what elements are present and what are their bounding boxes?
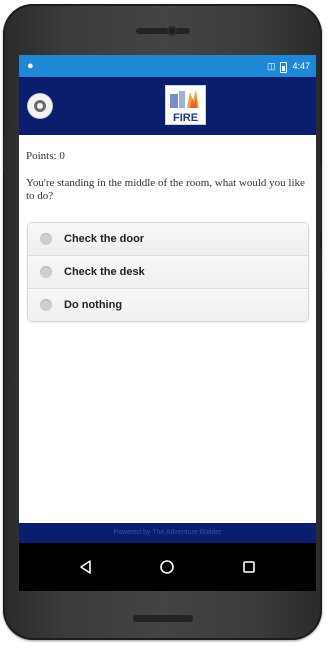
logo-text: FIRE: [173, 112, 198, 124]
choice-list: Check the door Check the desk Do nothing: [27, 222, 309, 322]
choice-label: Check the door: [64, 233, 145, 245]
power-button: [317, 249, 321, 279]
device-frame: ● ◫ 4:47 FIRE Points: 0 You're standing …: [0, 0, 327, 646]
side-button: [4, 134, 8, 174]
status-icons: ◫ 4:47: [267, 55, 310, 77]
signal-icon: ◫: [266, 61, 276, 71]
front-camera-icon: [167, 26, 177, 36]
recents-button[interactable]: [237, 555, 261, 579]
choice-label: Check the desk: [64, 266, 145, 278]
home-icon: [160, 560, 174, 574]
app-footer: Powered by The Adventure Builder: [19, 523, 316, 543]
app-logo: FIRE: [165, 85, 206, 125]
app-header: FIRE: [19, 77, 316, 135]
home-button[interactable]: [155, 555, 179, 579]
choice-label: Do nothing: [64, 299, 123, 311]
android-nav-bar: [19, 543, 316, 591]
status-bar: ● ◫ 4:47: [19, 55, 316, 77]
radio-icon[interactable]: [40, 299, 52, 311]
choice-check-door[interactable]: Check the door: [28, 223, 308, 256]
story-prompt: You're standing in the middle of the roo…: [26, 177, 305, 202]
radio-icon[interactable]: [40, 233, 52, 245]
notification-icon: ●: [27, 60, 34, 72]
main-content: Points: 0 You're standing in the middle …: [19, 135, 316, 525]
phone-screen: ● ◫ 4:47 FIRE Points: 0 You're standing …: [19, 55, 316, 591]
status-time: 4:47: [292, 61, 310, 71]
battery-icon: [280, 61, 288, 73]
settings-icon: [34, 100, 46, 112]
radio-icon[interactable]: [40, 266, 52, 278]
recents-icon: [243, 561, 255, 573]
choice-check-desk[interactable]: Check the desk: [28, 256, 308, 289]
bottom-speaker: [132, 615, 193, 622]
earpiece-speaker: [135, 28, 190, 34]
back-icon: [80, 560, 91, 574]
points-label: Points: 0: [26, 150, 65, 162]
volume-button: [317, 164, 321, 234]
choice-do-nothing[interactable]: Do nothing: [28, 289, 308, 321]
settings-button[interactable]: [28, 94, 52, 118]
back-button[interactable]: [74, 555, 98, 579]
